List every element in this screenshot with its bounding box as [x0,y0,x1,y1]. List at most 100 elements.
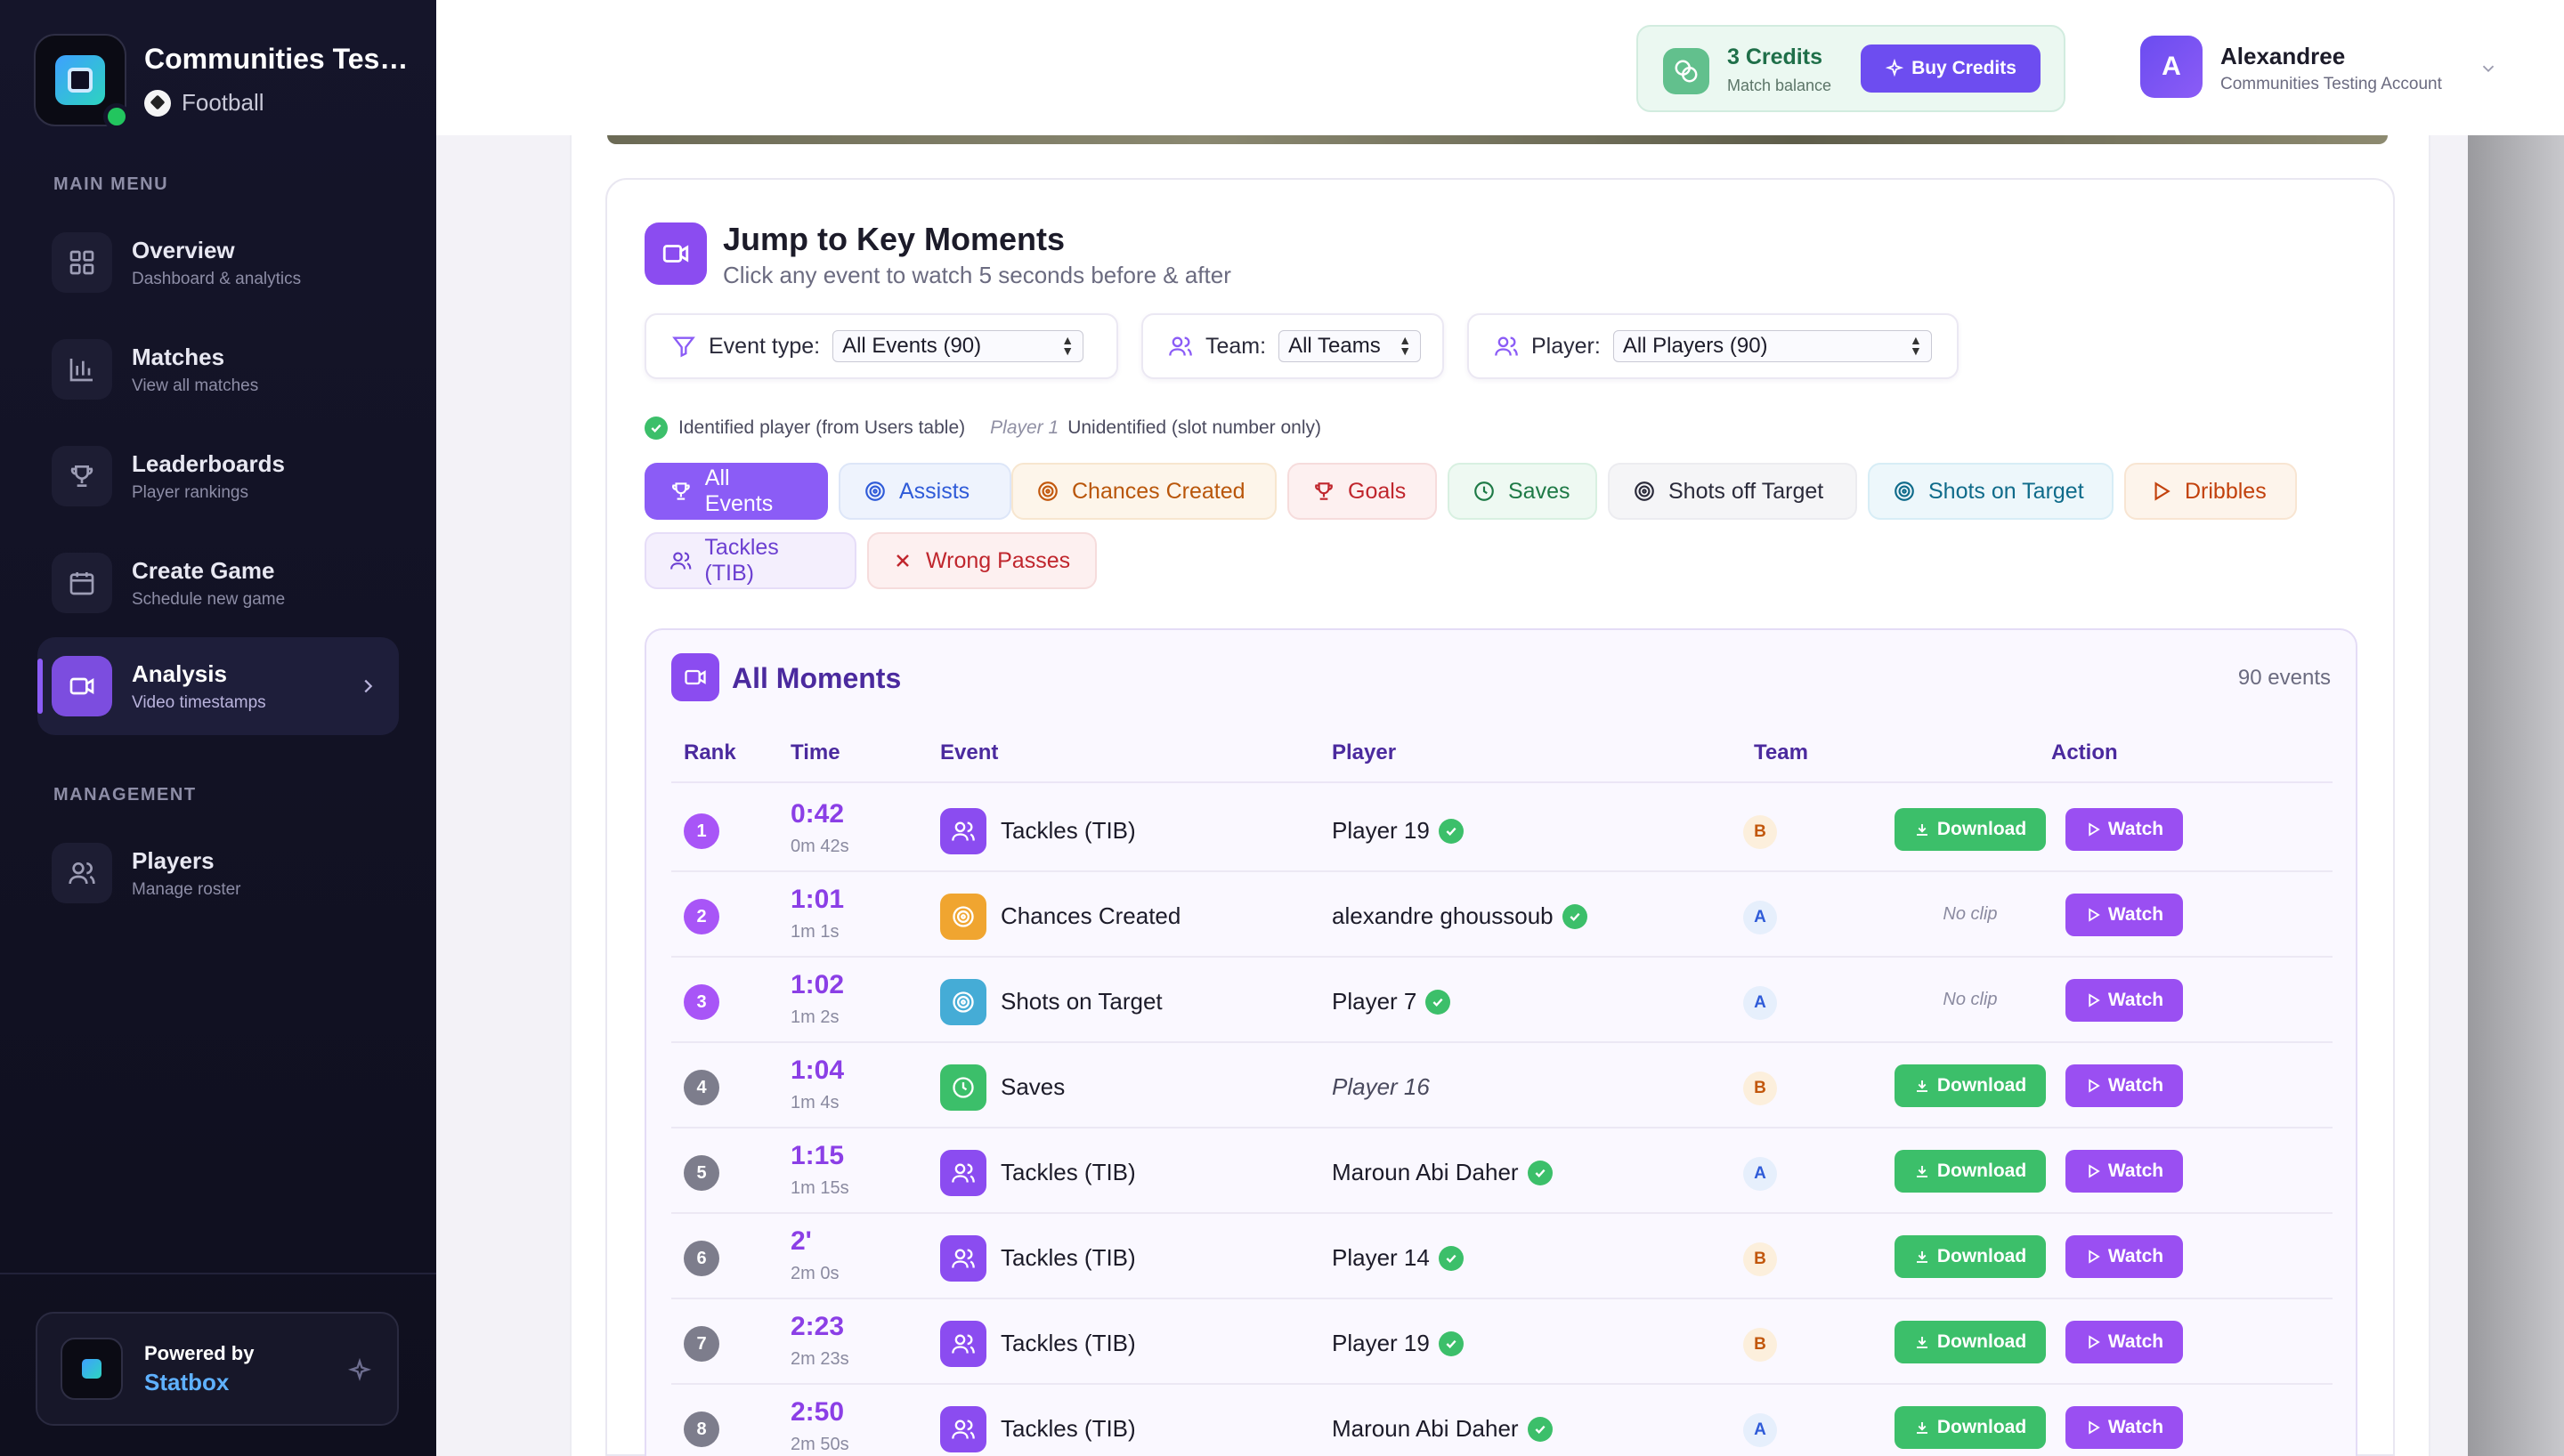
download-button[interactable]: Download [1895,1321,2046,1363]
download-button[interactable]: Download [1895,1150,2046,1193]
topbar: 3 Credits Match balance Buy Credits A Al… [436,0,2495,135]
event-time-detail: 2m 0s [791,1264,840,1283]
target-icon [1038,481,1058,501]
player-name: alexandre ghoussoub [1332,902,1587,930]
sidebar-item-sub: Video timestamps [132,692,266,712]
chip-assists[interactable]: Assists [839,463,1011,520]
event-time-detail: 1m 15s [791,1178,849,1198]
watch-button[interactable]: Watch [2065,979,2183,1022]
select-arrows-icon: ▲ ▼ [1061,333,1075,358]
statbox-logo [61,1338,123,1400]
watch-button[interactable]: Watch [2065,1064,2183,1107]
target-icon [1635,481,1654,501]
org-logo[interactable] [34,34,130,130]
watch-button[interactable]: Watch [2065,1321,2183,1363]
watch-button[interactable]: Watch [2065,1150,2183,1193]
sidebar-item-analysis[interactable]: Analysis Video timestamps [37,637,399,735]
chip-shots-off-target[interactable]: Shots off Target [1608,463,1857,520]
section-title: Jump to Key Moments [723,221,1066,257]
coins-icon [1663,48,1709,94]
watch-button[interactable]: Watch [2065,1235,2183,1278]
rank-badge: 6 [684,1241,719,1276]
sidebar-item-sub: Schedule new game [132,589,286,609]
chevron-down-icon[interactable] [2479,59,2498,78]
team-badge: A [1743,1157,1777,1191]
table-row[interactable]: 8 2:50 2m 50s Tackles (TIB) Maroun Abi Daher… [671,1385,2333,1456]
event-type-select[interactable]: All Events (90) ▲ ▼ [832,330,1084,362]
download-button[interactable]: Download [1895,1064,2046,1107]
user-name[interactable]: Alexandree [2220,43,2345,70]
management-label: MANAGEMENT [53,785,197,805]
column-header-team: Team [1754,740,1808,764]
chevron-right-icon [364,679,373,693]
event-time: 1:04 [791,1056,845,1085]
download-button[interactable]: Download [1895,808,2046,851]
user-avatar[interactable]: A [2140,36,2203,98]
verified-check-icon [1527,1416,1553,1442]
trophy-icon [1315,482,1333,500]
team-select[interactable]: All Teams ▲ ▼ [1278,330,1422,362]
football-icon [144,89,171,117]
player-select[interactable]: All Players (90) ▲ ▼ [1612,330,1932,362]
player-name: Player 19 [1332,1330,1464,1357]
download-button[interactable]: Download [1895,1406,2046,1449]
chip-shots-on-target[interactable]: Shots on Target [1868,463,2114,520]
sidebar-item-create-game[interactable]: Create Game Schedule new game [37,534,399,632]
rank-badge: 3 [684,984,719,1020]
watch-button[interactable]: Watch [2065,808,2183,851]
sparkle-icon [1885,59,1904,77]
chip-chances-created[interactable]: Chances Created [1011,463,1277,520]
event-time: 1:01 [791,885,845,914]
event-type-filter: Event type: All Events (90) ▲ ▼ [645,313,1118,379]
download-icon [1916,1251,1927,1263]
chip-saves[interactable]: Saves [1448,463,1597,520]
column-header-rank: Rank [684,740,736,764]
watch-button[interactable]: Watch [2065,1406,2183,1449]
sidebar-item-leaderboards[interactable]: Leaderboards Player rankings [37,427,399,525]
trophy-icon [672,482,690,500]
player-name: Maroun Abi Daher [1332,1159,1553,1186]
event-name: Chances Created [1001,902,1181,929]
table-row[interactable]: 5 1:15 1m 15s Tackles (TIB) Maroun Abi Daher… [671,1128,2333,1214]
event-time: 0:42 [791,799,845,829]
watch-button[interactable]: Watch [2065,894,2183,936]
key-moments-card: Jump to Key Moments Click any event to w… [605,178,2395,1456]
sidebar-divider [0,1273,436,1274]
table-row[interactable]: 1 0:42 0m 42s Tackles (TIB) Player 19 B Downlo… [671,787,2333,872]
chip-tackles[interactable]: Tackles (TIB) [645,532,856,589]
table-row[interactable]: 3 1:02 1m 2s Shots on Target Player 7 A No cli… [671,958,2333,1043]
verified-check-icon [1562,903,1587,929]
sidebar-item-matches[interactable]: Matches View all matches [37,320,399,418]
player-name: Player 14 [1332,1244,1464,1272]
filter-label: Player: [1531,333,1601,359]
no-clip-label: No clip [1943,904,1998,924]
sidebar-item-overview[interactable]: Overview Dashboard & analytics [37,214,399,311]
sidebar-item-players[interactable]: Players Manage roster [37,824,399,922]
table-row[interactable]: 2 1:01 1m 1s Chances Created alexandre ghous… [671,872,2333,958]
table-row[interactable]: 4 1:04 1m 4s Saves Player 16 B Download Watch [671,1043,2333,1128]
org-sport: Football [144,89,264,117]
event-time-detail: 2m 23s [791,1349,849,1369]
download-icon [1916,1080,1927,1092]
powered-by-card[interactable]: Powered by Statbox [36,1312,399,1426]
event-time-detail: 1m 1s [791,922,840,942]
table-row[interactable]: 7 2:23 2m 23s Tackles (TIB) Player 19 B Downlo… [671,1299,2333,1385]
chip-dribbles[interactable]: Dribbles [2124,463,2297,520]
chip-goals[interactable]: Goals [1287,463,1437,520]
chip-wrong-passes[interactable]: Wrong Passes [867,532,1097,589]
chip-all-events[interactable]: All Events [645,463,828,520]
play-icon [2089,993,2100,1007]
clock-icon [940,1064,986,1111]
rank-badge: 1 [684,813,719,849]
sidebar-item-sub: Player rankings [132,482,248,502]
play-icon [2089,1420,2100,1435]
online-status-dot [103,103,130,130]
team-filter: Team: All Teams ▲ ▼ [1141,313,1444,379]
video-icon [645,222,707,285]
player-filter: Player: All Players (90) ▲ ▼ [1467,313,1959,379]
sidebar-item-label: Players [132,846,215,874]
download-button[interactable]: Download [1895,1235,2046,1278]
event-time-detail: 1m 2s [791,1007,840,1027]
buy-credits-button[interactable]: Buy Credits [1861,44,2041,93]
table-row[interactable]: 6 2' 2m 0s Tackles (TIB) Player 14 B Download W… [671,1214,2333,1299]
